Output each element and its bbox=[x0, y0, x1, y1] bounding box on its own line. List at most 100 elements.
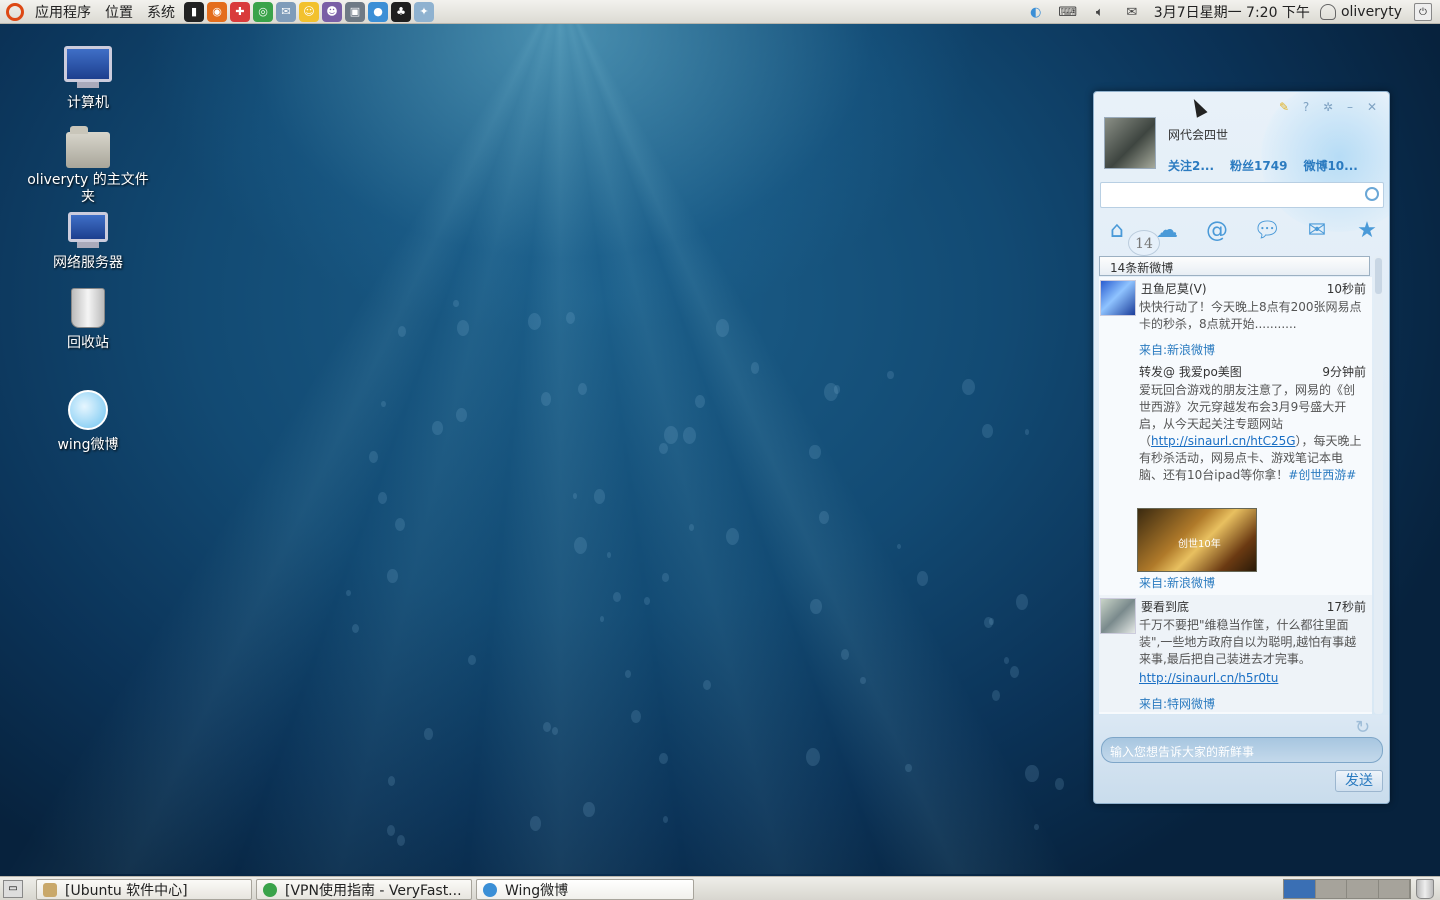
new-posts-bar[interactable]: 14条新微博 bbox=[1099, 256, 1370, 276]
terminal-icon[interactable]: ▮ bbox=[184, 1, 204, 22]
trash-applet-icon[interactable] bbox=[1416, 879, 1434, 899]
send-button[interactable]: 发送 bbox=[1335, 770, 1383, 792]
post-avatar[interactable] bbox=[1100, 598, 1136, 634]
shutdown-icon[interactable]: ⏻ bbox=[1414, 3, 1432, 21]
weibo-count[interactable]: 微博10... bbox=[1303, 157, 1357, 174]
compose-input[interactable]: 输入您想告诉大家的新鲜事 bbox=[1101, 737, 1383, 763]
wing-tray-icon[interactable]: ◐ bbox=[1026, 3, 1046, 21]
post-source[interactable]: 来自:新浪微博 bbox=[1139, 341, 1372, 358]
task-ubuntu-software-center[interactable]: [Ubuntu 软件中心] bbox=[36, 879, 252, 900]
follow-count[interactable]: 关注2... bbox=[1168, 157, 1214, 174]
bubble bbox=[530, 816, 542, 832]
bubble bbox=[1055, 778, 1064, 790]
desktop-icon-trash[interactable]: 回收站 bbox=[23, 288, 153, 352]
mention-icon[interactable]: @ bbox=[1202, 216, 1232, 244]
feed-scrollbar[interactable] bbox=[1374, 256, 1383, 714]
scroll-thumb[interactable] bbox=[1375, 258, 1382, 294]
bubble bbox=[397, 325, 407, 337]
bubble bbox=[345, 590, 351, 597]
workspace-4[interactable] bbox=[1378, 880, 1410, 898]
workspace-1[interactable] bbox=[1284, 880, 1316, 898]
refresh-icon[interactable]: ↻ bbox=[1355, 717, 1373, 738]
bubble bbox=[688, 523, 694, 531]
bubble bbox=[528, 313, 542, 331]
ubuntu-logo-icon[interactable] bbox=[6, 2, 24, 21]
post-link[interactable]: http://sinaurl.cn/h5r0tu bbox=[1139, 671, 1278, 685]
post-source[interactable]: 来自:特网微博 bbox=[1139, 695, 1372, 712]
profile-name[interactable]: 网代会四世 bbox=[1168, 126, 1358, 143]
task-vpn-guide[interactable]: [VPN使用指南 - VeryFast... bbox=[256, 879, 472, 900]
theme-icon[interactable]: ✎ bbox=[1277, 100, 1291, 114]
task-wing-weibo[interactable]: Wing微博 bbox=[476, 879, 694, 900]
mail-icon[interactable]: ✉ bbox=[276, 1, 296, 22]
keyboard-icon[interactable]: ⌨ bbox=[1058, 3, 1078, 21]
bubble bbox=[916, 571, 929, 587]
bubble bbox=[659, 442, 668, 454]
post-author[interactable]: 要看到底 bbox=[1141, 598, 1189, 615]
message-icon[interactable]: ✉ bbox=[1302, 216, 1332, 244]
task-label: Wing微博 bbox=[505, 882, 569, 899]
search-input[interactable] bbox=[1100, 182, 1384, 208]
bubble bbox=[659, 752, 669, 765]
clock[interactable]: 3月7日星期一 7:20 下午 bbox=[1154, 2, 1310, 22]
task-label: [Ubuntu 软件中心] bbox=[65, 882, 188, 899]
bubble bbox=[984, 617, 993, 629]
help-icon[interactable]: ? bbox=[1299, 100, 1313, 114]
chrome-icon[interactable]: ◎ bbox=[253, 1, 273, 22]
help-icon[interactable]: ✚ bbox=[230, 1, 250, 22]
show-desktop-icon[interactable]: ▭ bbox=[3, 880, 23, 898]
software-center-icon bbox=[43, 882, 57, 897]
pidgin-icon[interactable]: ☺ bbox=[299, 1, 319, 22]
messenger-icon[interactable]: ● bbox=[368, 1, 388, 22]
volume-icon[interactable]: 🔈︎ bbox=[1090, 3, 1110, 21]
firefox-icon[interactable]: ◉ bbox=[207, 1, 227, 22]
bubble bbox=[824, 383, 839, 402]
bubble bbox=[715, 318, 730, 337]
close-icon[interactable]: ✕ bbox=[1365, 100, 1379, 114]
desktop-icon-network[interactable]: 网络服务器 bbox=[23, 212, 153, 272]
desktop-icon-computer[interactable]: 计算机 bbox=[23, 46, 153, 112]
repost-author[interactable]: 转发@ 我爱po美图 bbox=[1139, 363, 1242, 380]
wing-weibo-window: ✎ ? ✲ – ✕ 网代会四世 关注2... 粉丝1749 微博10... ⌂ … bbox=[1093, 91, 1390, 804]
repost-source[interactable]: 来自:新浪微博 bbox=[1139, 574, 1372, 591]
menu-system[interactable]: 系统 bbox=[140, 2, 182, 22]
chat-icon[interactable]: ☻ bbox=[322, 1, 342, 22]
post-time: 17秒前 bbox=[1326, 600, 1366, 614]
system-tray: ◐ ⌨ 🔈︎ ✉ 3月7日星期一 7:20 下午 oliveryty ⏻ bbox=[1020, 0, 1440, 24]
post-avatar[interactable] bbox=[1100, 280, 1136, 316]
screenshot-icon[interactable]: ▣ bbox=[345, 1, 365, 22]
bubble bbox=[962, 378, 975, 395]
fans-count[interactable]: 粉丝1749 bbox=[1230, 157, 1287, 174]
bubble bbox=[840, 649, 849, 660]
launcher-bar: ▮ ◉ ✚ ◎ ✉ ☺ ☻ ▣ ● ♣ ✦ bbox=[184, 1, 434, 22]
qq-icon[interactable]: ♣ bbox=[391, 1, 411, 22]
list-item: 丑鱼尼莫(V) 10秒前 快快行动了！今天晚上8点有200张网易点卡的秒杀，8点… bbox=[1099, 277, 1372, 591]
repost-link[interactable]: http://sinaurl.cn/htC25G bbox=[1151, 434, 1296, 448]
desktop-icon-wing[interactable]: wing微博 bbox=[23, 390, 153, 454]
search-icon[interactable] bbox=[1365, 187, 1379, 201]
settings-applet-icon[interactable]: ✦ bbox=[414, 1, 434, 22]
chat-bubble-icon[interactable]: 💬︎ bbox=[1252, 216, 1282, 244]
bubble bbox=[625, 670, 632, 679]
desktop-icon-home[interactable]: oliveryty 的主文件夹 bbox=[23, 126, 153, 206]
user-menu[interactable]: oliveryty bbox=[1341, 4, 1402, 20]
topic-tag[interactable]: #创世西游# bbox=[1288, 468, 1356, 482]
gear-icon[interactable]: ✲ bbox=[1321, 100, 1335, 114]
star-icon[interactable]: ★ bbox=[1352, 216, 1382, 244]
workspace-2[interactable] bbox=[1315, 880, 1347, 898]
post-author[interactable]: 丑鱼尼莫(V) bbox=[1141, 280, 1207, 297]
post-image[interactable]: 创世10年 bbox=[1137, 508, 1257, 572]
menu-applications[interactable]: 应用程序 bbox=[28, 2, 98, 22]
mail-indicator-icon[interactable]: ✉ bbox=[1122, 3, 1142, 21]
bubble bbox=[577, 382, 588, 396]
minimize-icon[interactable]: – bbox=[1343, 100, 1357, 114]
menu-places[interactable]: 位置 bbox=[98, 2, 140, 22]
bubble bbox=[726, 527, 740, 545]
workspace-3[interactable] bbox=[1347, 880, 1379, 898]
avatar[interactable] bbox=[1104, 117, 1156, 169]
bubble bbox=[819, 511, 829, 524]
bubble bbox=[1024, 428, 1030, 436]
bubble bbox=[897, 543, 902, 550]
user-icon[interactable] bbox=[1319, 4, 1336, 20]
image-caption: 创世10年 bbox=[1178, 539, 1221, 550]
